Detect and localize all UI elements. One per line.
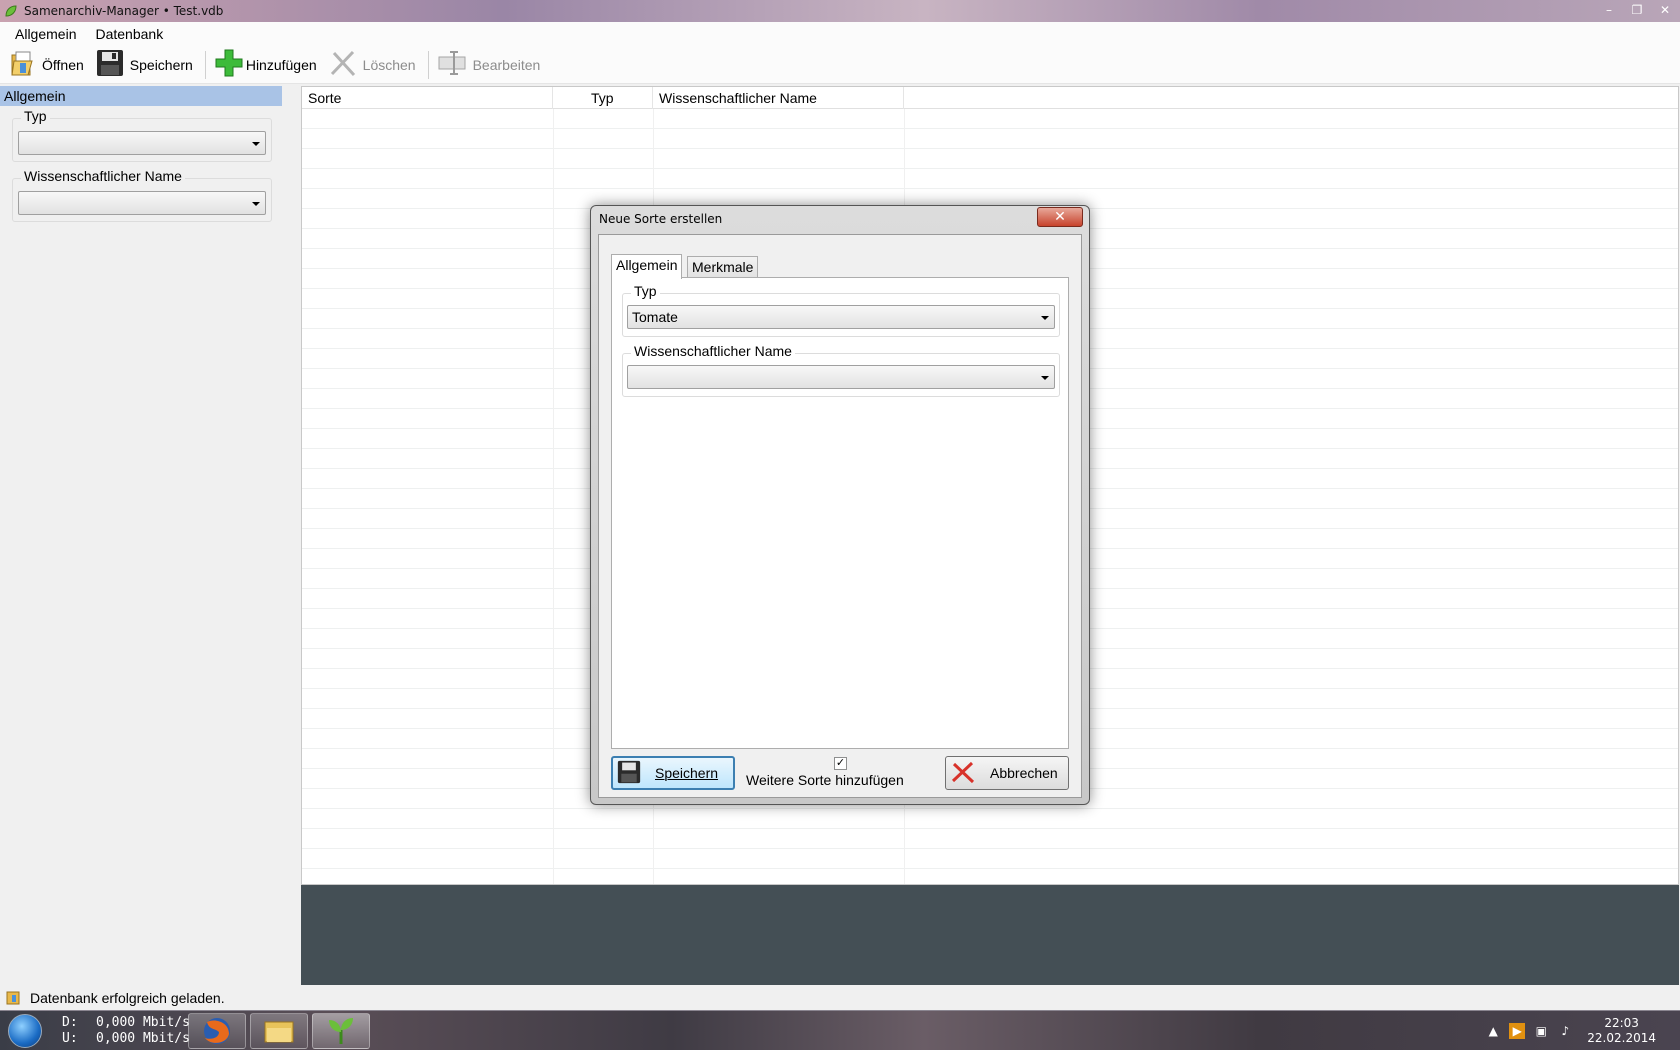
dialog-typ-select[interactable]: Tomate — [627, 305, 1055, 329]
status-message: Datenbank erfolgreich geladen. — [30, 990, 225, 1006]
dialog-typ-label: Typ — [631, 283, 660, 299]
edit-label: Bearbeiten — [472, 56, 541, 73]
save-label: Speichern — [129, 56, 193, 73]
edit-button[interactable]: Bearbeiten — [433, 48, 545, 82]
net-down-key: D: — [62, 1015, 78, 1030]
delete-button[interactable]: Löschen — [325, 48, 420, 82]
chevron-down-icon — [1041, 376, 1049, 380]
toolbar-separator — [204, 50, 206, 79]
add-another-checkbox[interactable]: ✓ — [834, 757, 847, 770]
folder-open-icon — [10, 49, 36, 80]
start-button[interactable] — [8, 1014, 42, 1048]
delete-x-icon — [329, 49, 357, 80]
taskbar: D: 0,000 Mbit/s U: 0,000 Mbit/s ▲ ▶ ▣ ♪ 22… — [0, 1010, 1680, 1050]
sci-name-filter-select[interactable] — [18, 191, 266, 215]
dialog-cancel-button[interactable]: Abbrechen — [945, 756, 1069, 790]
dialog-title: Neue Sorte erstellen — [599, 212, 723, 226]
database-status-icon — [6, 989, 22, 1008]
sci-name-label: Wissenschaftlicher Name — [21, 168, 185, 184]
toolbar: Öffnen Speichern Hinzufügen Löschen Bear… — [0, 46, 1680, 84]
dialog-body: Allgemein Merkmale Typ Tomate Wissenscha… — [598, 234, 1082, 798]
clock-time: 22:03 — [1604, 1016, 1639, 1030]
close-window-button[interactable]: ✕ — [1656, 3, 1674, 19]
clock[interactable]: 22:03 22.02.2014 — [1587, 1016, 1656, 1046]
taskbar-samenarchiv[interactable] — [312, 1013, 370, 1049]
add-label: Hinzufügen — [245, 56, 317, 73]
net-down-value: 0,000 Mbit/s — [96, 1015, 190, 1030]
minimize-button[interactable]: – — [1600, 3, 1618, 19]
system-tray: ▲ ▶ ▣ ♪ 22:03 22.02.2014 — [1485, 1011, 1680, 1050]
open-label: Öffnen — [42, 56, 84, 73]
add-another-label[interactable]: Weitere Sorte hinzufügen — [746, 772, 904, 788]
firefox-icon — [204, 1018, 230, 1044]
edit-rename-icon — [437, 50, 467, 79]
taskbar-explorer[interactable] — [250, 1013, 308, 1049]
dialog-sci-name-select[interactable] — [627, 365, 1055, 389]
tray-expand-icon[interactable]: ▲ — [1485, 1023, 1501, 1039]
tab-page-allgemein: Typ Tomate Wissenschaftlicher Name — [611, 277, 1069, 749]
plus-icon — [214, 48, 244, 81]
sci-name-groupbox: Wissenschaftlicher Name — [12, 168, 272, 222]
filter-panel-header[interactable]: Allgemein — [0, 86, 282, 106]
plant-icon — [329, 1018, 353, 1044]
add-button[interactable]: Hinzufügen — [210, 48, 321, 82]
dialog-save-label: Speichern — [655, 765, 719, 781]
toolbar-separator — [427, 50, 429, 79]
dialog-save-button[interactable]: Speichern — [611, 756, 735, 790]
dialog-typ-groupbox: Typ Tomate — [622, 283, 1060, 337]
menu-bar: Allgemein Datenbank — [0, 22, 1680, 46]
tray-app-icon[interactable]: ▶ — [1509, 1023, 1526, 1039]
column-header-wissenschaftlicher-name[interactable]: Wissenschaftlicher Name — [653, 87, 904, 109]
tab-merkmale[interactable]: Merkmale — [687, 256, 759, 279]
column-header-typ[interactable]: Typ — [553, 87, 653, 109]
delete-label: Löschen — [362, 56, 416, 73]
typ-groupbox: Typ — [12, 108, 272, 162]
chevron-down-icon — [252, 202, 260, 206]
app-leaf-icon — [4, 4, 18, 18]
taskbar-firefox[interactable] — [188, 1013, 246, 1049]
tab-allgemein[interactable]: Allgemein — [611, 254, 683, 279]
filter-panel: Allgemein Typ Wissenschaftlicher Name — [0, 84, 300, 984]
dialog-sci-name-label: Wissenschaftlicher Name — [631, 343, 795, 359]
grid-background-area — [301, 885, 1679, 985]
column-header-sorte[interactable]: Sorte — [302, 87, 553, 109]
chevron-down-icon — [252, 142, 260, 146]
clock-date: 22.02.2014 — [1587, 1031, 1656, 1045]
net-up-key: U: — [62, 1031, 78, 1046]
dialog-cancel-label: Abbrechen — [990, 765, 1058, 781]
open-button[interactable]: Öffnen — [6, 48, 88, 82]
chevron-down-icon — [1041, 316, 1049, 320]
menu-allgemein[interactable]: Allgemein — [15, 26, 76, 42]
restore-button[interactable]: ❐ — [1628, 3, 1646, 19]
dialog-close-button[interactable]: ✕ — [1037, 207, 1083, 227]
network-monitor: D: 0,000 Mbit/s U: 0,000 Mbit/s — [62, 1015, 190, 1047]
grid-header: Sorte Typ Wissenschaftlicher Name — [302, 87, 1678, 109]
net-up-value: 0,000 Mbit/s — [96, 1031, 190, 1046]
cancel-x-icon — [950, 760, 976, 787]
window-title: Samenarchiv-Manager • Test.vdb — [24, 4, 224, 18]
status-bar: Datenbank erfolgreich geladen. — [0, 986, 1680, 1010]
new-variety-dialog: Neue Sorte erstellen ✕ Allgemein Merkmal… — [590, 205, 1090, 805]
menu-datenbank[interactable]: Datenbank — [95, 26, 163, 42]
network-icon[interactable]: ▣ — [1533, 1023, 1549, 1039]
folder-icon — [264, 1021, 294, 1043]
volume-icon[interactable]: ♪ — [1557, 1023, 1573, 1039]
floppy-disk-icon — [617, 760, 641, 787]
save-button[interactable]: Speichern — [92, 48, 197, 82]
floppy-disk-icon — [96, 49, 124, 80]
title-bar[interactable]: Samenarchiv-Manager • Test.vdb – ❐ ✕ — [0, 0, 1680, 22]
grid-column-divider — [553, 109, 554, 884]
dialog-sci-name-groupbox: Wissenschaftlicher Name — [622, 343, 1060, 397]
typ-filter-select[interactable] — [18, 131, 266, 155]
dialog-typ-value: Tomate — [632, 309, 678, 325]
typ-label: Typ — [21, 108, 50, 124]
